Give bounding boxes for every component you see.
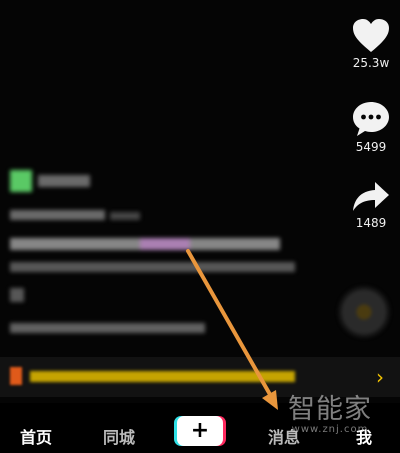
watermark: 智能家 www.znj.com xyxy=(288,387,372,435)
annotation-arrow xyxy=(186,249,278,410)
watermark-name: 智能家 xyxy=(288,394,372,425)
watermark-url: www.znj.com xyxy=(291,424,369,435)
video-screen[interactable]: 25.3w 5499 1489 › 首页 同城 + 消息 我 智能家 www.z… xyxy=(0,0,400,453)
